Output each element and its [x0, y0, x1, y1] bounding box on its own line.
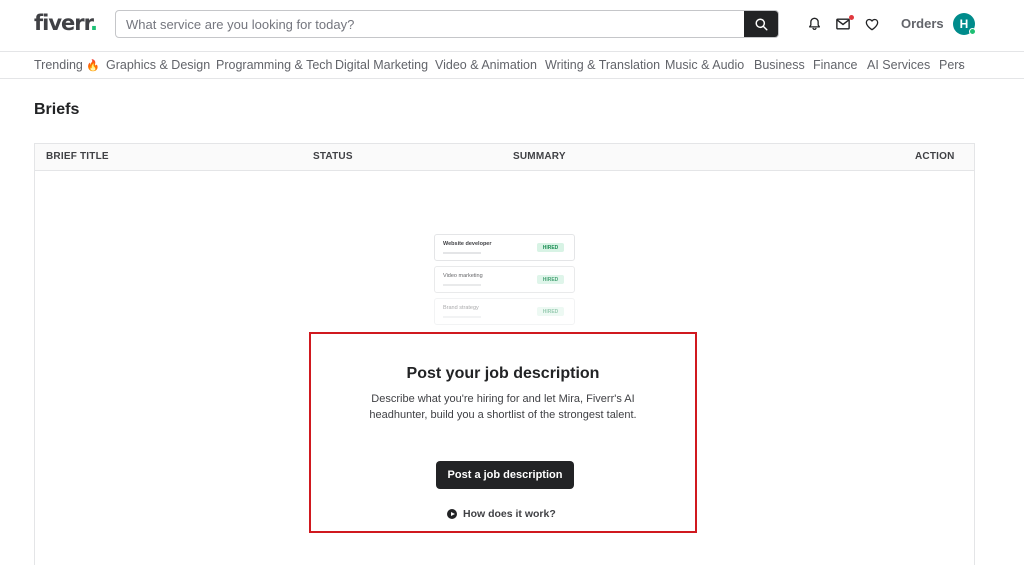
unread-dot	[849, 15, 854, 20]
cta-description: Describe what you're hiring for and let …	[369, 393, 637, 421]
illustration-card-title: Website developer	[443, 241, 492, 247]
illustration-line	[443, 252, 481, 254]
post-job-description-button[interactable]: Post a job description	[436, 461, 574, 489]
category-video-animation[interactable]: Video & Animation	[435, 58, 537, 72]
category-programming-tech[interactable]: Programming & Tech	[216, 58, 333, 72]
illustration-card-title: Brand strategy	[443, 305, 479, 311]
how-label: How does it work?	[463, 508, 556, 520]
envelope-icon	[836, 18, 850, 30]
hired-badge: HIRED	[537, 275, 564, 284]
illustration-card-title: Video marketing	[443, 273, 483, 279]
chevron-right-icon[interactable]: ›	[958, 58, 962, 72]
heart-icon	[865, 18, 879, 30]
post-job-panel: Post your job description Describe what …	[309, 332, 697, 533]
search-icon	[754, 17, 768, 31]
search-input[interactable]	[116, 11, 744, 37]
how-does-it-work-link[interactable]: How does it work?	[447, 507, 556, 521]
notifications-button[interactable]	[805, 15, 823, 33]
category-ai-services[interactable]: AI Services	[867, 58, 930, 72]
category-business[interactable]: Business	[754, 58, 805, 72]
logo-text: fiverr	[34, 11, 91, 35]
bell-icon	[808, 17, 820, 31]
category-graphics-design[interactable]: Graphics & Design	[106, 58, 210, 72]
column-action: ACTION	[915, 151, 955, 162]
category-nav: Trending 🔥 Graphics & Design Programming…	[0, 52, 1024, 79]
fire-icon: 🔥	[86, 60, 101, 72]
illustration-card: Brand strategy HIRED	[434, 298, 575, 325]
hired-badge: HIRED	[537, 307, 564, 316]
category-label: Trending	[34, 58, 83, 72]
column-summary: SUMMARY	[513, 151, 566, 162]
illustration-card: Video marketing HIRED	[434, 266, 575, 293]
search-button[interactable]	[744, 11, 778, 37]
play-icon	[447, 509, 457, 519]
table-header: BRIEF TITLE STATUS SUMMARY ACTION	[35, 144, 974, 171]
cta-title: Post your job description	[406, 365, 600, 382]
orders-link[interactable]: Orders	[901, 16, 944, 31]
logo-dot: .	[90, 11, 98, 35]
fiverr-logo[interactable]: fiverr.	[34, 11, 98, 35]
illustration-line	[443, 284, 481, 286]
hired-badge: HIRED	[537, 243, 564, 252]
page-title: Briefs	[34, 101, 80, 118]
online-status-dot	[969, 28, 976, 35]
favorites-button[interactable]	[863, 15, 881, 33]
top-header: fiverr. Orders H	[0, 0, 1024, 52]
category-digital-marketing[interactable]: Digital Marketing	[335, 58, 428, 72]
messages-button[interactable]	[834, 15, 854, 33]
illustration-card: Website developer HIRED	[434, 234, 575, 261]
column-status: STATUS	[313, 151, 353, 162]
category-finance[interactable]: Finance	[813, 58, 857, 72]
illustration-line	[443, 316, 481, 318]
category-writing-translation[interactable]: Writing & Translation	[545, 58, 660, 72]
search-bar	[115, 10, 779, 38]
category-music-audio[interactable]: Music & Audio	[665, 58, 744, 72]
column-brief-title: BRIEF TITLE	[46, 151, 109, 162]
category-trending[interactable]: Trending 🔥	[34, 58, 100, 72]
